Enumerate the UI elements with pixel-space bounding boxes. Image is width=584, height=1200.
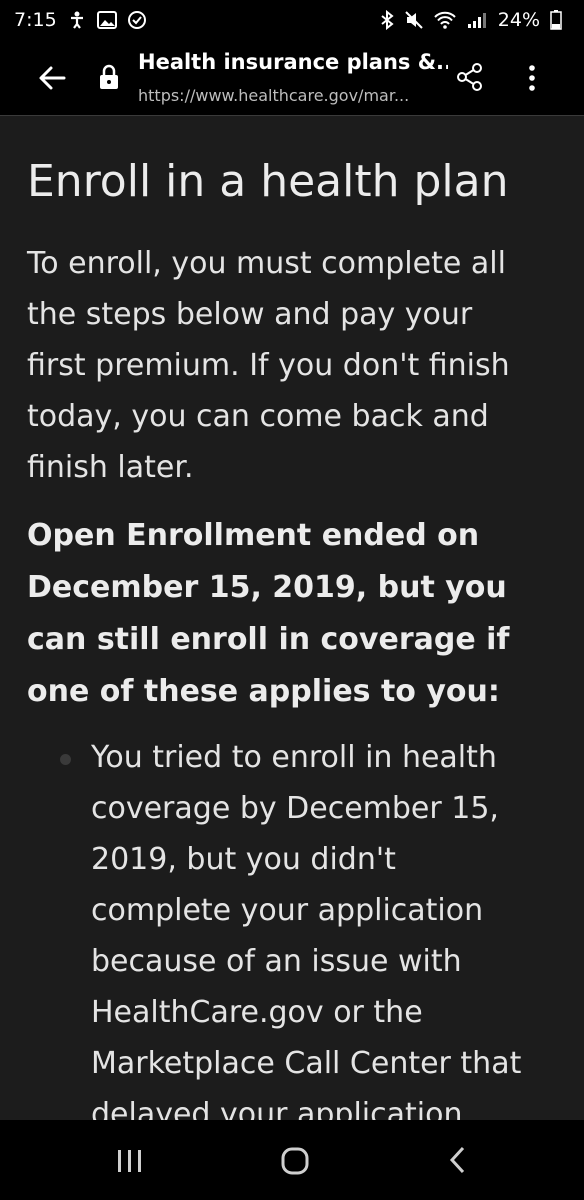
- bullet-point-icon: [60, 754, 71, 765]
- image-icon: [96, 11, 117, 29]
- page-heading: Enroll in a health plan: [27, 156, 509, 207]
- home-icon[interactable]: [280, 1146, 310, 1176]
- share-icon[interactable]: [456, 62, 484, 92]
- intro-line: today, you can come back and: [27, 399, 489, 434]
- accessibility-icon: [70, 11, 83, 29]
- notice-line: Open Enrollment ended on: [27, 518, 480, 553]
- intro-line: To enroll, you must complete all: [27, 246, 506, 281]
- list-item-line: You tried to enroll in health: [91, 740, 497, 775]
- intro-line: the steps below and pay your: [27, 297, 473, 332]
- navigation-bar: [0, 1120, 584, 1200]
- intro-paragraph: To enroll, you must complete all the ste…: [27, 238, 557, 493]
- wifi-icon: [434, 11, 456, 29]
- web-content: Enroll in a health plan To enroll, you m…: [0, 116, 584, 1120]
- list-item-line: 2019, but you didn't: [91, 842, 396, 877]
- mute-icon: [405, 11, 423, 29]
- page-title-bar[interactable]: Health insurance plans &...: [138, 50, 448, 74]
- list-item-line: delayed your application: [91, 1097, 463, 1120]
- back-arrow-icon[interactable]: [36, 62, 68, 94]
- notice-line: one of these applies to you:: [27, 674, 500, 709]
- nav-back-icon[interactable]: [448, 1145, 468, 1175]
- list-item-line: because of an issue with: [91, 944, 462, 979]
- check-circle-icon: [127, 11, 146, 29]
- intro-line: first premium. If you don't finish: [27, 348, 510, 383]
- list-item-line: complete your application: [91, 893, 484, 928]
- status-time: 7:15: [14, 9, 57, 31]
- list-item-line: coverage by December 15,: [91, 791, 499, 826]
- more-options-icon[interactable]: [522, 62, 542, 94]
- browser-toolbar: Health insurance plans &... https://www.…: [0, 40, 584, 116]
- lock-icon[interactable]: [98, 64, 120, 90]
- url-bar[interactable]: https://www.healthcare.gov/mar...: [138, 86, 448, 105]
- recent-apps-icon[interactable]: [115, 1148, 145, 1174]
- bluetooth-icon: [381, 10, 394, 30]
- intro-line: finish later.: [27, 450, 194, 485]
- battery-percent: 24%: [497, 9, 540, 31]
- status-bar: 7:15 24%: [0, 0, 584, 40]
- list-item-line: Marketplace Call Center that: [91, 1046, 522, 1081]
- signal-icon: [467, 13, 486, 28]
- notice-line: December 15, 2019, but you: [27, 570, 507, 605]
- list-item: You tried to enroll in health coverage b…: [91, 732, 571, 1120]
- list-item-line: HealthCare.gov or the: [91, 995, 423, 1030]
- notice-line: can still enroll in coverage if: [27, 622, 510, 657]
- enrollment-notice: Open Enrollment ended on December 15, 20…: [27, 510, 567, 718]
- battery-icon: [550, 10, 562, 30]
